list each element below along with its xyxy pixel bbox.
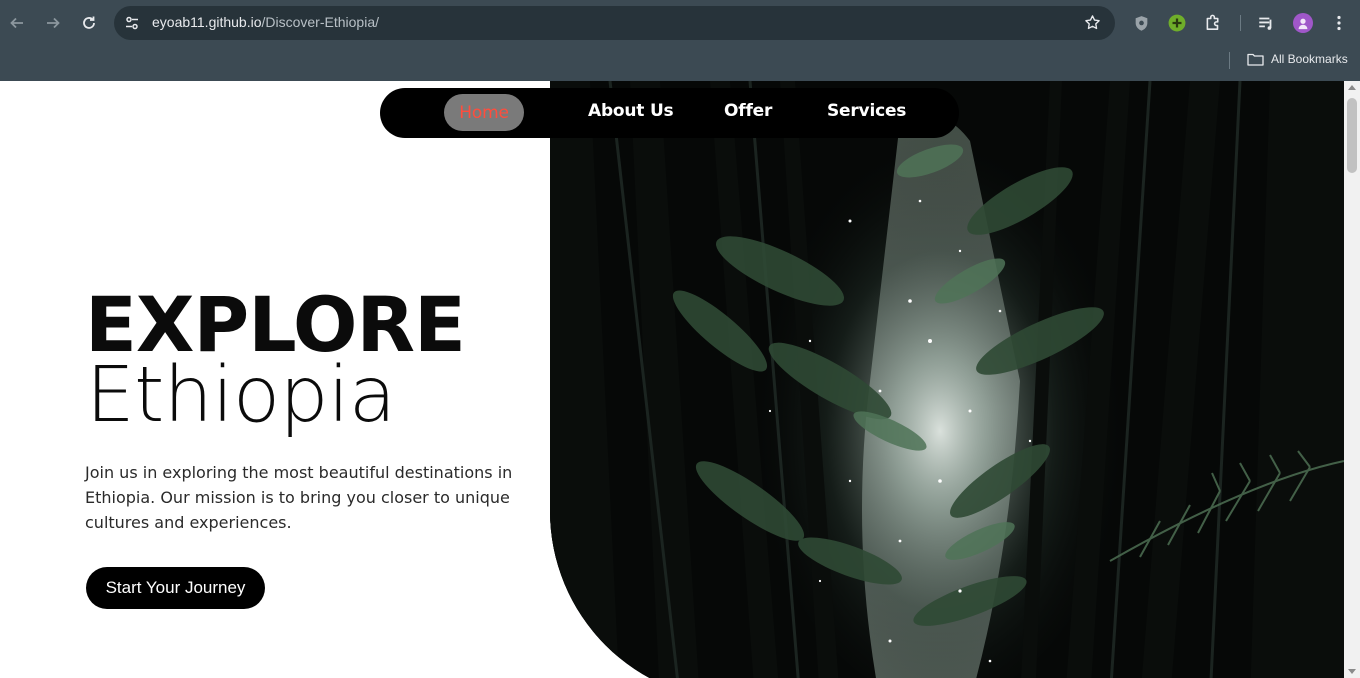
nav-services[interactable]: Services (827, 101, 906, 121)
profile-avatar[interactable] (1293, 13, 1313, 33)
media-queue-icon[interactable] (1255, 12, 1277, 34)
folder-icon (1247, 53, 1264, 66)
main-nav: Home About Us Offer Services (380, 88, 959, 138)
browser-toolbar: eyoab11.github.io/Discover-Ethiopia/ (0, 0, 1360, 46)
bookmarks-bar: All Bookmarks (0, 46, 1360, 81)
all-bookmarks-label: All Bookmarks (1271, 52, 1348, 66)
scroll-up-arrow-icon[interactable] (1348, 85, 1356, 90)
scroll-down-arrow-icon[interactable] (1348, 669, 1356, 674)
toolbar-divider (1240, 15, 1241, 31)
bookmark-star-icon[interactable] (1084, 14, 1101, 36)
address-bar[interactable]: eyoab11.github.io/Discover-Ethiopia/ (114, 6, 1115, 40)
scrollbar-thumb[interactable] (1347, 98, 1357, 173)
nav-home[interactable]: Home (444, 94, 524, 131)
puzzle-extensions-icon[interactable] (1202, 12, 1224, 34)
browser-chrome: eyoab11.github.io/Discover-Ethiopia/ All… (0, 0, 1360, 81)
plus-extension-icon[interactable] (1166, 12, 1188, 34)
hero-title-ethiopia: Ethiopia (86, 351, 396, 440)
menu-kebab-icon[interactable] (1328, 12, 1350, 34)
hero-intro-text: Join us in exploring the most beautiful … (85, 463, 513, 532)
bookmarks-divider (1229, 52, 1230, 69)
all-bookmarks-button[interactable]: All Bookmarks (1247, 52, 1348, 66)
url-host: eyoab11.github.io (152, 14, 262, 30)
forest-canopy-image (550, 81, 1344, 678)
arrow-right-icon (47, 17, 60, 29)
back-button[interactable] (6, 12, 28, 34)
page-scrollbar[interactable] (1344, 81, 1360, 678)
reload-button[interactable] (78, 12, 100, 34)
start-journey-button[interactable]: Start Your Journey (86, 567, 265, 609)
user-icon (1298, 18, 1308, 30)
reload-icon (83, 16, 95, 29)
nav-about-us[interactable]: About Us (588, 101, 674, 121)
shield-extension-icon[interactable] (1130, 12, 1152, 34)
page-viewport: Home About Us Offer Services EXPLORE Eth… (0, 81, 1344, 678)
forward-button[interactable] (42, 12, 64, 34)
url-text[interactable]: eyoab11.github.io/Discover-Ethiopia/ (152, 14, 379, 30)
url-path: /Discover-Ethiopia/ (261, 14, 380, 30)
arrow-left-icon (10, 17, 23, 29)
nav-offer[interactable]: Offer (724, 101, 772, 121)
site-settings-icon[interactable] (124, 15, 140, 36)
